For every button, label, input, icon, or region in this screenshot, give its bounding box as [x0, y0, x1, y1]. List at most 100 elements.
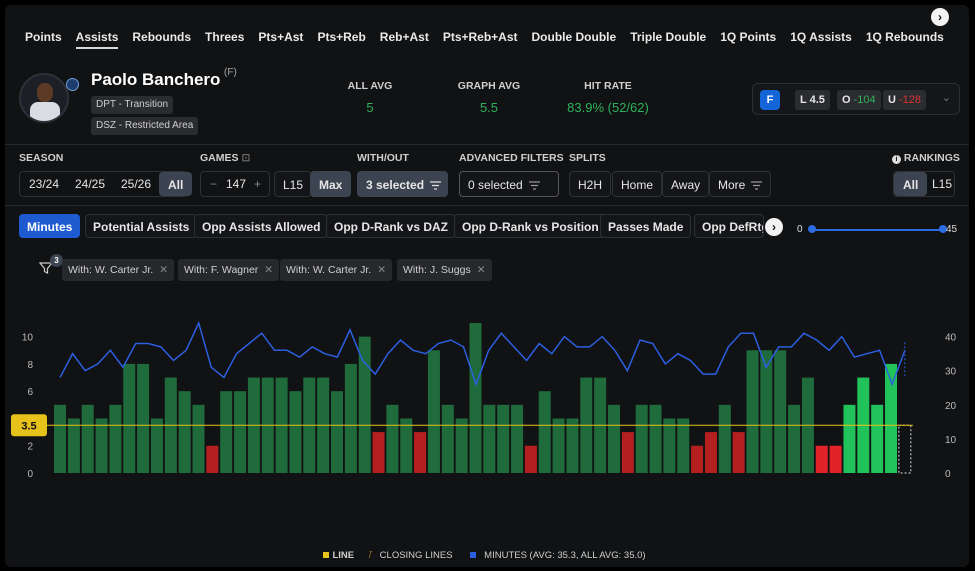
chip-potential-assists[interactable]: Potential Assists	[85, 214, 198, 238]
chip-opp-defrtg[interactable]: Opp DefRtg	[694, 214, 764, 238]
range-min: 0	[797, 224, 803, 235]
tab-assists[interactable]: Assists	[69, 27, 126, 55]
chip-passes-made[interactable]: Passes Made	[600, 214, 692, 238]
assist-bar	[95, 418, 108, 473]
with-filter-label: With: F. Wagner	[184, 264, 259, 276]
assist-bar	[635, 404, 648, 473]
y-left-tick: 10	[22, 333, 34, 344]
info-icon[interactable]: i	[892, 155, 901, 164]
tab-pts-ast[interactable]: Pts+Ast	[251, 27, 310, 55]
over-odds: -104	[853, 94, 876, 106]
tab-1q-assists[interactable]: 1Q Assists	[783, 27, 859, 55]
assist-bar	[137, 363, 150, 473]
assist-bar	[788, 404, 801, 473]
assist-bar	[524, 445, 537, 473]
fanduel-logo-icon: F	[760, 90, 780, 110]
tab-pts-reb-ast[interactable]: Pts+Reb+Ast	[436, 27, 525, 55]
minutes-range-slider[interactable]	[814, 229, 947, 231]
player-name: Paolo Banchero	[91, 70, 221, 89]
assist-bar	[81, 404, 94, 473]
lock-icon: ⊡	[241, 152, 251, 164]
without-dropdown[interactable]: 3 selected	[357, 171, 448, 197]
games-l15-button[interactable]: L15	[274, 171, 313, 197]
tab-triple-double[interactable]: Triple Double	[623, 27, 713, 55]
advanced-filters-value: 0 selected	[468, 178, 523, 192]
with-filter-label: With: W. Carter Jr.	[68, 264, 154, 276]
assist-bar	[552, 418, 565, 473]
tab-pts-reb[interactable]: Pts+Reb	[310, 27, 372, 55]
split-more-dropdown[interactable]: More	[709, 171, 772, 197]
team-logo-icon	[66, 78, 79, 91]
y-right-tick: 30	[945, 367, 957, 378]
stat-hit-rate-label: HIT RATE	[584, 80, 632, 92]
over-label: O	[842, 94, 851, 106]
chip-minutes[interactable]: Minutes	[19, 214, 81, 238]
tabs-next-button[interactable]: ›	[931, 8, 949, 26]
tab-rebounds[interactable]: Rebounds	[125, 27, 198, 55]
games-max-button[interactable]: Max	[310, 171, 352, 197]
chips-next-button[interactable]: ›	[765, 218, 783, 236]
assist-bar	[815, 445, 828, 473]
assist-bar	[344, 363, 357, 473]
rankings-all[interactable]: All	[894, 172, 928, 196]
legend-minutes-label: MINUTES (AVG: 35.3, ALL AVG: 35.0)	[484, 550, 646, 561]
assist-bar	[483, 404, 496, 473]
chip-opp-d-rank-vs-daz[interactable]: Opp D-Rank vs DAZ	[326, 214, 457, 238]
tab-points[interactable]: Points	[25, 27, 69, 55]
assist-bar	[192, 404, 205, 473]
advanced-filters-dropdown[interactable]: 0 selected	[459, 171, 559, 197]
assist-bar	[843, 404, 856, 473]
assist-bar	[386, 404, 399, 473]
tab-double-double[interactable]: Double Double	[525, 27, 624, 55]
range-max: 45	[946, 224, 958, 235]
tab-1q-points[interactable]: 1Q Points	[713, 27, 783, 55]
season-24-25[interactable]: 24/25	[67, 171, 113, 197]
games-label: GAMES ⊡	[200, 152, 250, 164]
tab-reb-ast[interactable]: Reb+Ast	[373, 27, 436, 55]
range-handle-min[interactable]	[808, 225, 816, 233]
assist-bar	[691, 445, 704, 473]
sportsbook-selector[interactable]: F L 4.5 O -104 U -128 ⌄	[752, 83, 960, 115]
divider	[5, 205, 969, 206]
assist-bar	[704, 432, 717, 473]
remove-filter-icon[interactable]: ✕	[264, 264, 273, 276]
split-away[interactable]: Away	[662, 171, 710, 197]
y-left-tick: 6	[27, 387, 33, 398]
assist-bar	[511, 404, 524, 473]
player-avatar-jersey	[30, 102, 60, 121]
rankings-l15[interactable]: L15	[924, 171, 960, 197]
season-label: SEASON	[19, 152, 64, 164]
stat-all-avg-label: ALL AVG	[347, 80, 393, 92]
stat-all-avg-value: 5	[366, 100, 374, 115]
split-home[interactable]: Home	[612, 171, 663, 197]
player-avatar	[19, 73, 69, 123]
assist-bar	[718, 404, 731, 473]
remove-filter-icon[interactable]: ✕	[477, 264, 486, 276]
y-left-tick: 8	[27, 360, 33, 371]
chevron-down-icon[interactable]: ⌄	[942, 91, 951, 104]
chip-opp-assists-allowed[interactable]: Opp Assists Allowed	[194, 214, 329, 238]
season-25-26[interactable]: 25/26	[113, 171, 159, 197]
tab-threes[interactable]: Threes	[198, 27, 251, 55]
games-increment-button[interactable]: +	[246, 171, 269, 197]
tab-1h-points[interactable]: 1H Points	[951, 27, 955, 55]
split-h2h[interactable]: H2H	[569, 171, 612, 197]
season-23-24[interactable]: 23/24	[21, 171, 67, 197]
season-all[interactable]: All	[159, 172, 193, 196]
remove-filter-icon[interactable]: ✕	[377, 264, 386, 276]
assist-bar	[441, 404, 454, 473]
remove-filter-icon[interactable]: ✕	[159, 264, 168, 276]
legend-line-swatch	[323, 552, 330, 559]
assist-bar	[123, 363, 136, 473]
assist-bar	[566, 418, 579, 473]
filter-lines-icon	[528, 181, 540, 190]
y-right-tick: 0	[945, 469, 951, 480]
chip-opp-d-rank-vs-position[interactable]: Opp D-Rank vs Position	[454, 214, 607, 238]
tab-1q-rebounds[interactable]: 1Q Rebounds	[859, 27, 951, 55]
legend-closing-label: CLOSING LINES	[379, 550, 453, 561]
filter-lines-icon	[430, 181, 442, 190]
player-position: (F)	[224, 67, 237, 78]
without-value: 3 selected	[366, 178, 425, 192]
y-right-tick: 40	[945, 333, 957, 344]
upcoming-bar-placeholder	[898, 424, 912, 474]
